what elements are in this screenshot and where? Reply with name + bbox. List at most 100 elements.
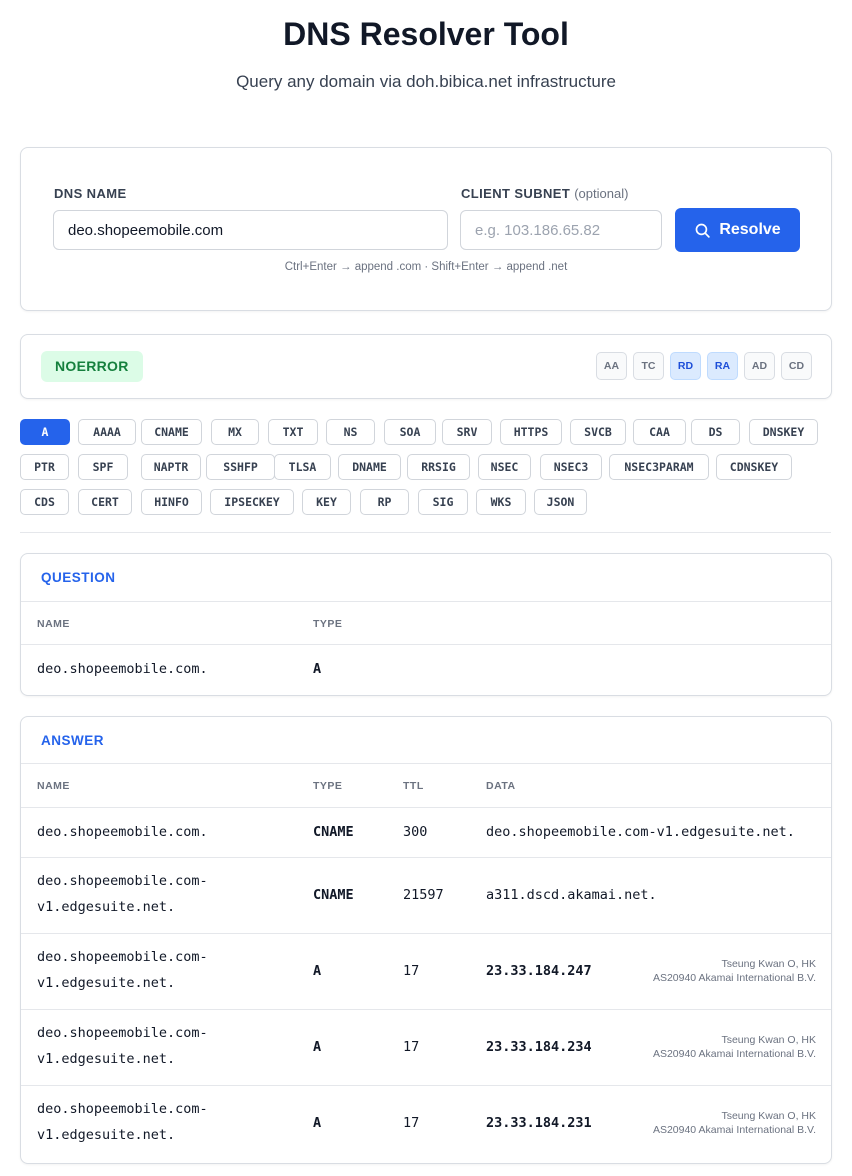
answer-ttl: 17 bbox=[403, 963, 420, 979]
answer-type: CNAME bbox=[313, 824, 354, 840]
client-subnet-input[interactable] bbox=[460, 210, 662, 250]
answer-col-name: NAME bbox=[37, 780, 70, 792]
client-subnet-optional: (optional) bbox=[574, 186, 629, 201]
question-col-type: TYPE bbox=[313, 618, 343, 630]
answer-type: CNAME bbox=[313, 887, 354, 903]
answer-ttl: 21597 bbox=[403, 887, 444, 903]
ip-asn: AS20940 Akamai International B.V. bbox=[652, 972, 816, 984]
answer-type: A bbox=[313, 963, 322, 979]
answer-data: 23.33.184.231 bbox=[486, 1115, 592, 1131]
answer-name: deo.shopeemobile.com. bbox=[37, 824, 208, 840]
answer-title: ANSWER bbox=[41, 733, 104, 748]
question-name: deo.shopeemobile.com. bbox=[37, 661, 208, 677]
record-type-tlsa[interactable]: TLSA bbox=[274, 454, 331, 480]
flag-ra: RA bbox=[707, 352, 738, 380]
answer-ttl: 300 bbox=[403, 824, 428, 840]
answer-data: a311.dscd.akamai.net. bbox=[486, 887, 657, 903]
row-divider bbox=[21, 1085, 831, 1086]
record-type-https[interactable]: HTTPS bbox=[500, 419, 562, 445]
answer-ttl: 17 bbox=[403, 1115, 420, 1131]
ip-geo-info: Tseung Kwan O, HK AS20940 Akamai Internat… bbox=[653, 1109, 816, 1137]
search-icon bbox=[695, 223, 711, 238]
record-type-dname[interactable]: DNAME bbox=[338, 454, 401, 480]
record-type-mx[interactable]: MX bbox=[211, 419, 259, 445]
record-type-svcb[interactable]: SVCB bbox=[570, 419, 626, 445]
query-form-card: DNS NAME CLIENT SUBNET (optional) Resolv… bbox=[20, 147, 832, 311]
dns-name-label: DNS NAME bbox=[54, 186, 127, 201]
answer-col-ttl: TTL bbox=[403, 780, 424, 792]
resolve-button[interactable]: Resolve bbox=[675, 208, 800, 252]
record-type-json[interactable]: JSON bbox=[534, 489, 587, 515]
flag-aa: AA bbox=[596, 352, 627, 380]
page-title: DNS Resolver Tool bbox=[283, 16, 569, 52]
flag-rd: RD bbox=[670, 352, 701, 380]
record-type-cert[interactable]: CERT bbox=[78, 489, 132, 515]
record-type-ipseckey[interactable]: IPSECKEY bbox=[210, 489, 294, 515]
ip-location: Tseung Kwan O, HK bbox=[721, 958, 816, 970]
ip-geo-info: Tseung Kwan O, HK AS20940 Akamai Internat… bbox=[653, 957, 816, 985]
answer-col-data: DATA bbox=[486, 780, 516, 792]
record-type-ptr[interactable]: PTR bbox=[20, 454, 69, 480]
record-type-nsec3param[interactable]: NSEC3PARAM bbox=[609, 454, 709, 480]
record-type-rp[interactable]: RP bbox=[360, 489, 409, 515]
record-type-soa[interactable]: SOA bbox=[384, 419, 436, 445]
record-type-nsec[interactable]: NSEC bbox=[478, 454, 531, 480]
row-divider bbox=[21, 807, 831, 808]
record-type-key[interactable]: KEY bbox=[302, 489, 351, 515]
ip-asn: AS20940 Akamai International B.V. bbox=[652, 1048, 816, 1060]
question-title: QUESTION bbox=[41, 570, 116, 585]
record-type-naptr[interactable]: NAPTR bbox=[141, 454, 201, 480]
answer-type: A bbox=[313, 1115, 322, 1131]
dns-name-input[interactable] bbox=[53, 210, 448, 250]
record-type-caa[interactable]: CAA bbox=[633, 419, 686, 445]
page-subtitle: Query any domain via doh.bibica.net infr… bbox=[236, 72, 616, 91]
answer-type: A bbox=[313, 1039, 322, 1055]
question-col-name: NAME bbox=[37, 618, 70, 630]
ip-geo-info: Tseung Kwan O, HK AS20940 Akamai Internat… bbox=[653, 1033, 816, 1061]
keyboard-hint: Ctrl+Enter → append .com · Shift+Enter →… bbox=[284, 261, 568, 273]
record-type-hinfo[interactable]: HINFO bbox=[141, 489, 202, 515]
answer-name: deo.shopeemobile.com-v1.edgesuite.net. bbox=[37, 873, 208, 915]
record-type-ds[interactable]: DS bbox=[691, 419, 740, 445]
row-divider bbox=[21, 1009, 831, 1010]
flag-tc: TC bbox=[633, 352, 664, 380]
answer-name: deo.shopeemobile.com-v1.edgesuite.net. bbox=[37, 949, 208, 991]
record-type-aaaa[interactable]: AAAA bbox=[78, 419, 136, 445]
row-divider bbox=[21, 857, 831, 858]
ip-location: Tseung Kwan O, HK bbox=[721, 1110, 816, 1122]
header-flags: AA TC RD RA AD CD bbox=[596, 352, 812, 380]
record-type-spf[interactable]: SPF bbox=[78, 454, 128, 480]
status-card: NOERROR AA TC RD RA AD CD bbox=[20, 334, 832, 399]
record-type-nsec3[interactable]: NSEC3 bbox=[540, 454, 602, 480]
answer-data: deo.shopeemobile.com-v1.edgesuite.net. bbox=[486, 824, 795, 840]
answer-data: 23.33.184.247 bbox=[486, 963, 592, 979]
ip-location: Tseung Kwan O, HK bbox=[721, 1034, 816, 1046]
answer-name: deo.shopeemobile.com-v1.edgesuite.net. bbox=[37, 1025, 208, 1067]
flag-ad: AD bbox=[744, 352, 775, 380]
record-type-cname[interactable]: CNAME bbox=[141, 419, 202, 445]
answer-col-type: TYPE bbox=[313, 780, 343, 792]
record-type-dnskey[interactable]: DNSKEY bbox=[749, 419, 818, 445]
record-type-txt[interactable]: TXT bbox=[268, 419, 318, 445]
divider bbox=[20, 532, 831, 533]
row-divider bbox=[21, 763, 831, 764]
ip-asn: AS20940 Akamai International B.V. bbox=[652, 1124, 816, 1136]
record-type-wks[interactable]: WKS bbox=[476, 489, 526, 515]
answer-section: ANSWER NAME TYPE TTL DATA deo.shopeemobi… bbox=[20, 716, 832, 1164]
record-type-a[interactable]: A bbox=[20, 419, 70, 445]
flag-cd: CD bbox=[781, 352, 812, 380]
record-type-sig[interactable]: SIG bbox=[418, 489, 468, 515]
record-type-srv[interactable]: SRV bbox=[442, 419, 492, 445]
question-type: A bbox=[313, 661, 322, 677]
resolve-button-label: Resolve bbox=[719, 221, 781, 238]
record-type-rrsig[interactable]: RRSIG bbox=[407, 454, 470, 480]
answer-ttl: 17 bbox=[403, 1039, 420, 1055]
answer-name: deo.shopeemobile.com-v1.edgesuite.net. bbox=[37, 1101, 208, 1143]
record-type-sshfp[interactable]: SSHFP bbox=[206, 454, 275, 480]
row-divider bbox=[21, 933, 831, 934]
record-type-cds[interactable]: CDS bbox=[20, 489, 69, 515]
client-subnet-label: CLIENT SUBNET (optional) bbox=[461, 186, 628, 201]
answer-data: 23.33.184.234 bbox=[486, 1039, 592, 1055]
record-type-ns[interactable]: NS bbox=[326, 419, 375, 445]
record-type-cdnskey[interactable]: CDNSKEY bbox=[716, 454, 792, 480]
